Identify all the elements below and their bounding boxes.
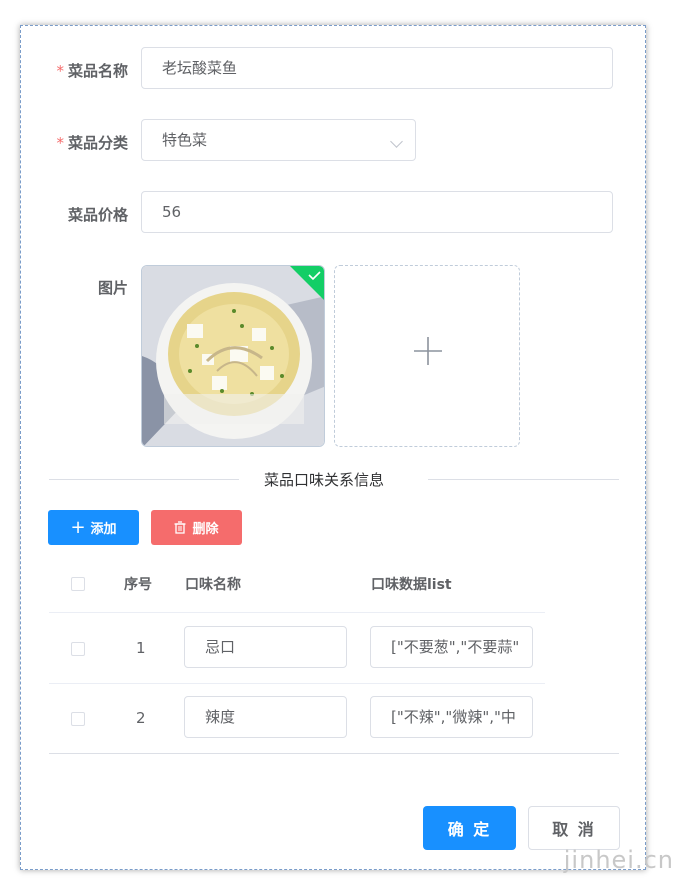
upload-add-button[interactable] xyxy=(334,265,520,447)
watermark: jinhei.cn xyxy=(563,846,674,874)
row-line xyxy=(49,683,545,684)
select-all-checkbox[interactable] xyxy=(71,577,85,591)
flavor-name-input[interactable]: 忌口 xyxy=(184,626,347,668)
flavor-data-input[interactable]: ["不辣","微辣","中 xyxy=(370,696,533,738)
plus-icon xyxy=(414,337,442,365)
dish-name-input[interactable]: 老坛酸菜鱼 xyxy=(141,47,613,89)
required-mark: * xyxy=(56,62,64,80)
divider-line-left xyxy=(49,479,239,480)
cancel-button[interactable]: 取 消 xyxy=(528,806,620,850)
header-flavor-name: 口味名称 xyxy=(185,577,241,593)
category-value: 特色菜 xyxy=(162,131,208,149)
chevron-down-icon xyxy=(390,135,403,148)
row-checkbox[interactable] xyxy=(71,712,85,726)
price-label: 菜品价格 xyxy=(67,206,128,224)
dish-dialog: * 菜品名称 老坛酸菜鱼 * 菜品分类 特色菜 菜品价格 56 图片 菜品口味关… xyxy=(20,25,646,870)
dish-photo xyxy=(142,266,324,446)
name-label: * 菜品名称 xyxy=(56,62,128,80)
flavor-name-input[interactable]: 辣度 xyxy=(184,696,347,738)
divider-line-right xyxy=(428,479,619,480)
header-flavor-data: 口味数据list xyxy=(371,577,452,593)
confirm-button[interactable]: 确 定 xyxy=(423,806,516,850)
header-row-line xyxy=(49,612,545,613)
row-checkbox[interactable] xyxy=(71,642,85,656)
uploaded-image[interactable] xyxy=(141,265,325,447)
divider-title: 菜品口味关系信息 xyxy=(264,471,385,489)
flavor-data-input[interactable]: ["不要葱","不要蒜" xyxy=(370,626,533,668)
category-label: * 菜品分类 xyxy=(56,134,128,152)
category-select[interactable]: 特色菜 xyxy=(141,119,416,161)
trash-icon xyxy=(174,521,186,534)
header-index: 序号 xyxy=(124,577,152,593)
row-index: 1 xyxy=(136,639,146,657)
add-flavor-button[interactable]: + 添加 xyxy=(48,510,139,545)
required-mark: * xyxy=(56,134,64,152)
delete-flavor-button[interactable]: 删除 xyxy=(151,510,242,545)
row-index: 2 xyxy=(136,709,146,727)
table-bottom-line xyxy=(49,753,619,754)
image-label: 图片 xyxy=(97,279,128,297)
plus-icon: + xyxy=(70,517,86,538)
price-input[interactable]: 56 xyxy=(141,191,613,233)
